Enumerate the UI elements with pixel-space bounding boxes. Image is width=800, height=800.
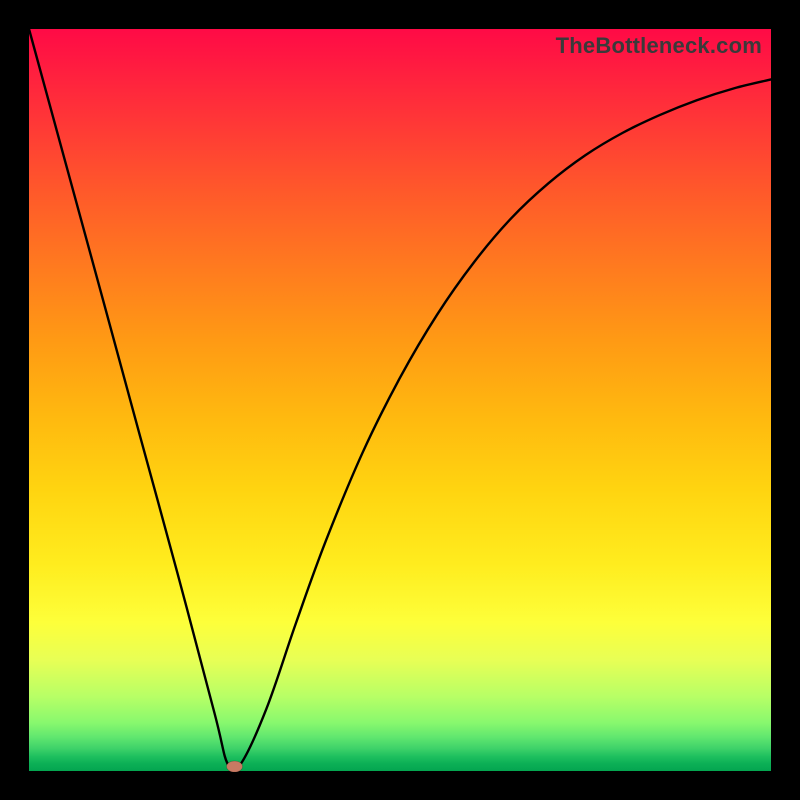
bottleneck-curve [29,29,771,772]
curve-svg [29,29,771,771]
min-point-marker [227,761,243,772]
chart-frame: TheBottleneck.com [0,0,800,800]
plot-area: TheBottleneck.com [29,29,771,771]
